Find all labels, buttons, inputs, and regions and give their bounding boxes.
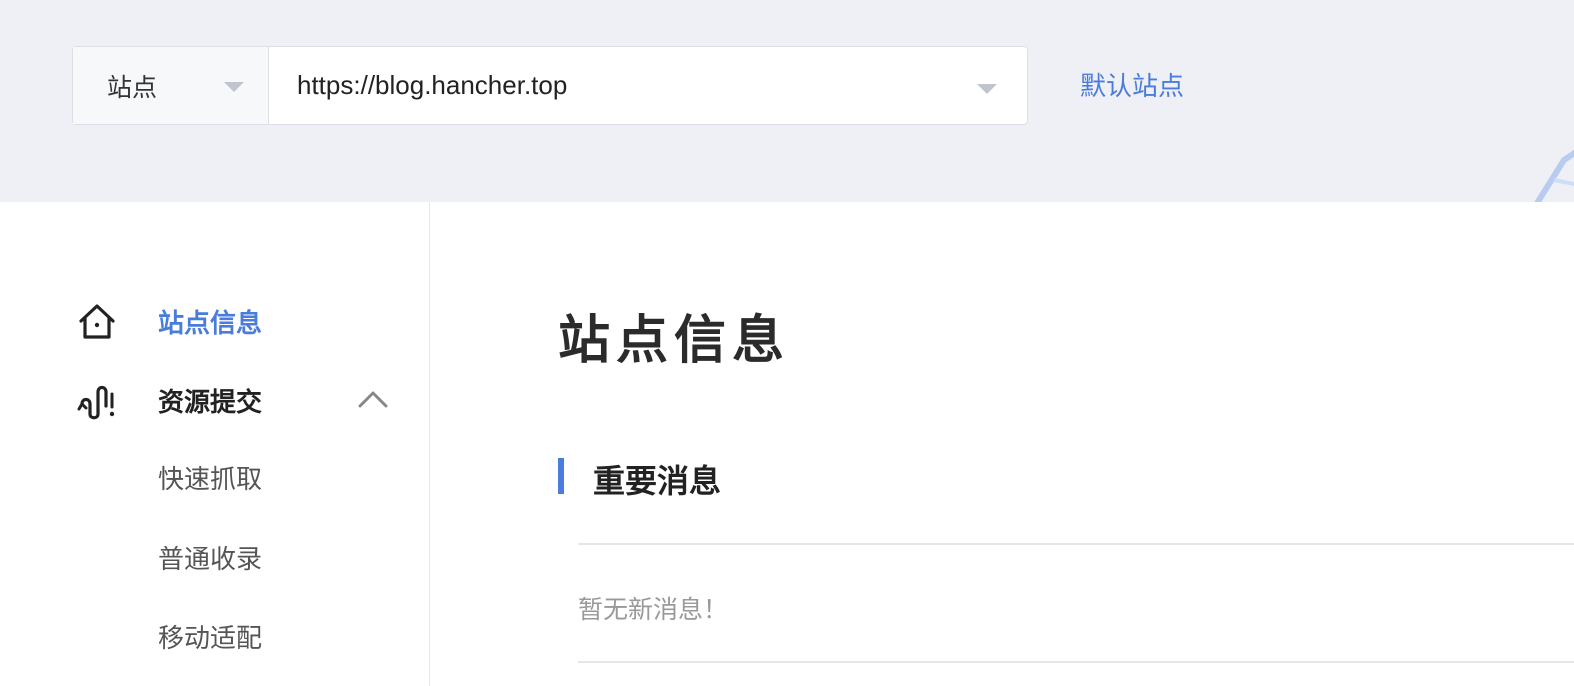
section-accent-bar (558, 458, 564, 494)
submit-link-icon (77, 385, 115, 420)
sidebar-subitem-mobile-adapt[interactable]: 移动适配 (158, 618, 262, 655)
sidebar-item-site-info[interactable]: 站点信息 (0, 291, 430, 351)
top-header: 站点 https://blog.hancher.top 默认站点 (0, 0, 1574, 202)
sidebar-item-label: 资源提交 (158, 387, 263, 418)
divider (578, 543, 1574, 545)
sidebar-item-label: 站点信息 (158, 308, 263, 339)
home-icon (79, 304, 115, 339)
section-title: 重要消息 (593, 462, 722, 500)
site-url-dropdown[interactable]: https://blog.hancher.top (269, 47, 1027, 124)
sidebar-item-resource-submit[interactable]: 资源提交 (0, 370, 430, 430)
site-url-value: https://blog.hancher.top (297, 70, 568, 100)
divider (578, 661, 1574, 663)
chevron-up-icon[interactable] (356, 386, 390, 412)
site-type-value: 站点 (107, 72, 158, 102)
main-content: 站点信息 重要消息 暂无新消息！ (431, 202, 1574, 686)
decorative-graphic (1534, 149, 1574, 202)
chevron-down-icon (977, 84, 997, 94)
empty-message: 暂无新消息！ (578, 595, 729, 624)
sidebar: 站点信息 资源提交 快速抓取 普通收录 移动适配 (0, 202, 430, 686)
default-site-link[interactable]: 默认站点 (1080, 66, 1184, 103)
site-selector: 站点 https://blog.hancher.top (72, 46, 1028, 125)
site-type-dropdown[interactable]: 站点 (73, 47, 269, 124)
page-title: 站点信息 (558, 311, 791, 371)
sidebar-subitem-normal-index[interactable]: 普通收录 (158, 539, 262, 576)
chevron-down-icon (224, 82, 244, 92)
sidebar-subitem-fast-crawl[interactable]: 快速抓取 (158, 459, 262, 496)
